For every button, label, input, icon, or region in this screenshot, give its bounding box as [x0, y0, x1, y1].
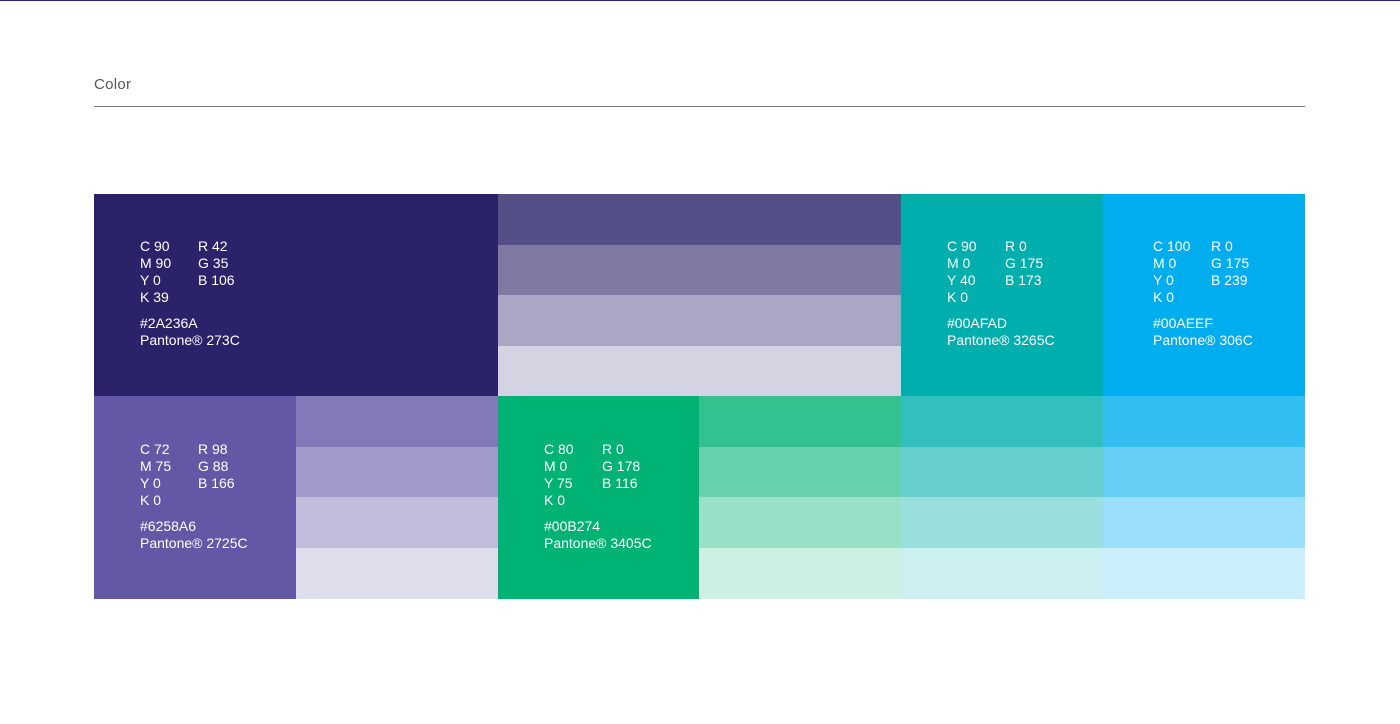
info-green: C 80 R 0 M 0 G 178 Y 75 B 116 K 0 #00B274 P…: [544, 441, 652, 552]
cmyk-c: C 90: [947, 238, 977, 254]
rgb-r: R 0: [602, 441, 624, 457]
rgb-g: G 175: [1211, 255, 1250, 271]
tint-indigo-1: [498, 194, 901, 245]
rgb-r: R 98: [198, 441, 228, 457]
rgb-b: B 173: [1005, 272, 1042, 288]
tint-indigo-2: [498, 245, 901, 295]
cmyk-m: M 0: [1153, 255, 1177, 271]
cmyk-k: K 0: [140, 492, 162, 508]
tint-teal-1: [901, 396, 1103, 447]
hex-code: #00B274: [544, 518, 601, 534]
rgb-b: B 116: [602, 475, 638, 491]
rgb-g: G 178: [602, 458, 641, 474]
tint-teal-3: [901, 497, 1103, 548]
cmyk-m: M 90: [140, 255, 172, 271]
cmyk-k: K 0: [544, 492, 566, 508]
hex-code: #6258A6: [140, 518, 197, 534]
cmyk-k: K 0: [1153, 289, 1175, 305]
hex-code: #00AEEF: [1153, 315, 1213, 331]
cmyk-y: Y 0: [1153, 272, 1174, 288]
tint-violet-2: [296, 447, 498, 497]
tint-sky-3: [1103, 497, 1305, 548]
tint-teal-4: [901, 548, 1103, 599]
tint-teal-2: [901, 447, 1103, 497]
info-teal: C 90 R 0 M 0 G 175 Y 40 B 173 K 0 #00AFAD P…: [947, 238, 1055, 349]
tint-violet-3: [296, 497, 498, 548]
rgb-g: G 88: [198, 458, 229, 474]
pantone-code: Pantone® 306C: [1153, 332, 1253, 348]
cmyk-m: M 0: [947, 255, 971, 271]
cmyk-y: Y 0: [140, 272, 161, 288]
cmyk-y: Y 40: [947, 272, 976, 288]
tint-green-3: [699, 497, 901, 548]
tint-indigo-3: [498, 295, 901, 346]
cmyk-m: M 75: [140, 458, 172, 474]
rgb-r: R 42: [198, 238, 228, 254]
rgb-g: G 35: [198, 255, 229, 271]
cmyk-m: M 0: [544, 458, 568, 474]
section-title: Color: [94, 76, 132, 93]
tint-sky-2: [1103, 447, 1305, 497]
info-violet: C 72 R 98 M 75 G 88 Y 0 B 166 K 0 #6258A6 P…: [140, 441, 248, 552]
top-rule: [0, 0, 1400, 1]
tint-indigo-4: [498, 346, 901, 396]
pantone-code: Pantone® 3265C: [947, 332, 1055, 348]
cmyk-k: K 39: [140, 289, 169, 305]
rgb-r: R 0: [1005, 238, 1027, 254]
cmyk-c: C 72: [140, 441, 170, 457]
tint-sky-1: [1103, 396, 1305, 447]
rgb-r: R 0: [1211, 238, 1233, 254]
pantone-code: Pantone® 2725C: [140, 535, 248, 551]
cmyk-y: Y 0: [140, 475, 161, 491]
rgb-g: G 175: [1005, 255, 1044, 271]
tint-sky-4: [1103, 548, 1305, 599]
hex-code: #2A236A: [140, 315, 198, 331]
cmyk-c: C 100: [1153, 238, 1191, 254]
pantone-code: Pantone® 3405C: [544, 535, 652, 551]
hex-code: #00AFAD: [947, 315, 1007, 331]
rgb-b: B 106: [198, 272, 235, 288]
cmyk-k: K 0: [947, 289, 969, 305]
rgb-b: B 166: [198, 475, 235, 491]
tint-violet-1: [296, 396, 498, 447]
tint-green-2: [699, 447, 901, 497]
tint-violet-4: [296, 548, 498, 599]
pantone-code: Pantone® 273C: [140, 332, 240, 348]
section-divider: [94, 106, 1305, 107]
cmyk-c: C 80: [544, 441, 574, 457]
tint-green-4: [699, 548, 901, 599]
info-indigo: C 90 R 42 M 90 G 35 Y 0B 106 K 39 #2A236A …: [140, 238, 240, 349]
rgb-b: B 239: [1211, 272, 1248, 288]
cmyk-c: C 90: [140, 238, 170, 254]
tint-green-1: [699, 396, 901, 447]
cmyk-y: Y 75: [544, 475, 573, 491]
info-sky: C 100 R 0 M 0 G 175 Y 0 B 239 K 0 #00AEEF P…: [1153, 238, 1253, 349]
